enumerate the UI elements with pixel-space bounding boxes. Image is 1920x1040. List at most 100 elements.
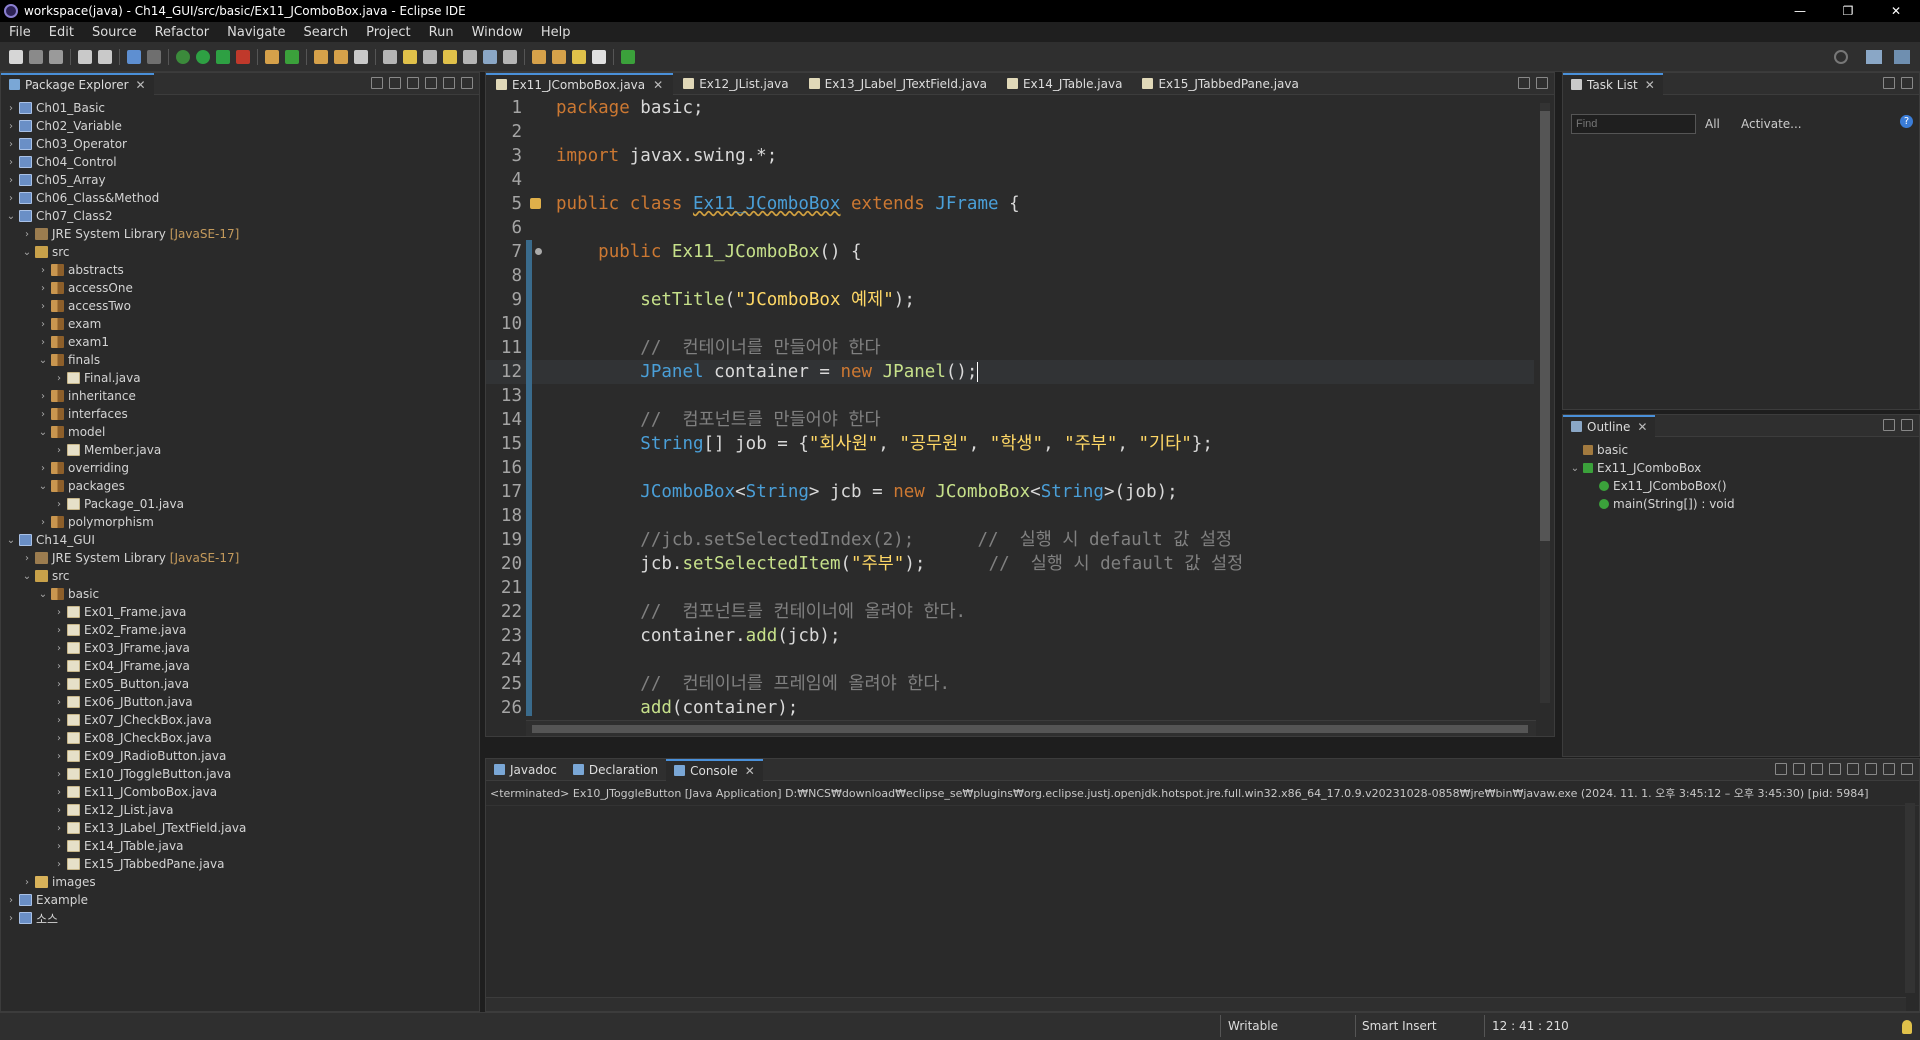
editor-horizontal-scrollbar[interactable] — [526, 720, 1536, 736]
java-perspective-icon[interactable] — [1894, 50, 1910, 64]
tree-item-ex04-jframe-java[interactable]: › Ex04_JFrame.java — [1, 657, 479, 675]
code-line[interactable]: 5 public class Ex11_JComboBox extends JFr… — [486, 192, 1534, 216]
forward-icon[interactable] — [592, 49, 606, 64]
menu-help[interactable]: Help — [532, 25, 580, 40]
terminal-icon[interactable] — [127, 49, 141, 64]
code-line[interactable]: 9 setTitle("JComboBox 예제"); — [486, 288, 1534, 312]
redo-icon[interactable] — [98, 49, 112, 64]
console-vertical-scrollbar[interactable] — [1905, 803, 1915, 993]
tree-item-ch07-class2[interactable]: ⌄ Ch07_Class2 — [1, 207, 479, 225]
gutter[interactable] — [526, 504, 546, 528]
menu-search[interactable]: Search — [294, 25, 357, 40]
tree-toggle-icon[interactable]: › — [53, 679, 65, 690]
tree-toggle-icon[interactable]: › — [5, 895, 17, 906]
tree-item-ex15-jtabbedpane-java[interactable]: › Ex15_JTabbedPane.java — [1, 855, 479, 873]
tree-item-ex02-frame-java[interactable]: › Ex02_Frame.java — [1, 621, 479, 639]
pilcrow-icon[interactable] — [483, 49, 497, 64]
tree-toggle-icon[interactable]: › — [53, 823, 65, 834]
task-activate-link[interactable]: Activate... — [1741, 117, 1802, 131]
tree-toggle-icon[interactable]: › — [21, 553, 33, 564]
gutter[interactable] — [526, 312, 546, 336]
gutter[interactable] — [526, 120, 546, 144]
view-menu-icon[interactable] — [425, 77, 437, 89]
minimize-view-icon[interactable] — [1883, 419, 1895, 431]
tree-item-소스[interactable]: › 소스 — [1, 909, 479, 927]
scroll-lock-icon[interactable] — [1829, 763, 1841, 775]
gutter[interactable] — [526, 144, 546, 168]
gutter[interactable] — [526, 216, 546, 240]
code-area[interactable]: 1 package basic; 2 3 import javax.swing.*; 4 5… — [486, 96, 1534, 716]
tree-toggle-icon[interactable]: › — [53, 607, 65, 618]
tree-toggle-icon[interactable]: › — [21, 877, 33, 888]
filter-icon[interactable] — [407, 77, 419, 89]
outline-item-basic[interactable]: basic — [1563, 441, 1919, 459]
warning-icon[interactable] — [530, 198, 541, 209]
tree-toggle-icon[interactable]: › — [5, 175, 17, 186]
console-horizontal-scrollbar[interactable] — [486, 997, 1906, 1011]
new-java-project-icon[interactable] — [265, 49, 279, 64]
tree-toggle-icon[interactable]: ⌄ — [37, 481, 49, 492]
gutter[interactable] — [526, 384, 546, 408]
remove-launch-icon[interactable] — [1811, 763, 1823, 775]
highlight-icon[interactable] — [403, 49, 417, 64]
gutter[interactable] — [526, 480, 546, 504]
close-icon[interactable]: ✕ — [745, 764, 755, 778]
tree-item-ex06-jbutton-java[interactable]: › Ex06_JButton.java — [1, 693, 479, 711]
code-line[interactable]: 12 JPanel container = new JPanel(); — [486, 360, 1534, 384]
pin-console-icon[interactable] — [1847, 763, 1859, 775]
code-line[interactable]: 24 — [486, 648, 1534, 672]
tree-toggle-icon[interactable]: › — [53, 643, 65, 654]
tree-item-images[interactable]: › images — [1, 873, 479, 891]
tree-toggle-icon[interactable]: ⌄ — [21, 247, 33, 258]
tree-toggle-icon[interactable]: › — [53, 841, 65, 852]
open-type-icon[interactable] — [314, 49, 328, 64]
tree-item-jre-system-library[interactable]: › JRE System Library [JavaSE-17] — [1, 549, 479, 567]
code-line[interactable]: 16 — [486, 456, 1534, 480]
gutter[interactable] — [526, 408, 546, 432]
display-console-icon[interactable] — [1865, 763, 1877, 775]
tree-item-polymorphism[interactable]: › polymorphism — [1, 513, 479, 531]
tree-toggle-icon[interactable]: › — [53, 733, 65, 744]
task-find-input[interactable] — [1571, 114, 1696, 134]
tree-toggle-icon[interactable]: › — [5, 121, 17, 132]
tree-item-ex10-jtogglebutton-java[interactable]: › Ex10_JToggleButton.java — [1, 765, 479, 783]
code-line[interactable]: 13 — [486, 384, 1534, 408]
word-wrap-icon[interactable] — [443, 49, 457, 64]
tip-lightbulb-icon[interactable] — [1902, 1020, 1912, 1034]
menu-file[interactable]: File — [0, 25, 40, 40]
tree-toggle-icon[interactable]: › — [37, 517, 49, 528]
code-line[interactable]: 15 String[] job = {"회사원", "공무원", "학생", "… — [486, 432, 1534, 456]
help-icon[interactable]: ? — [1900, 115, 1913, 128]
code-line[interactable]: 21 — [486, 576, 1534, 600]
close-icon[interactable]: ✕ — [1637, 420, 1647, 434]
tree-item-accessone[interactable]: › accessOne — [1, 279, 479, 297]
code-line[interactable]: 1 package basic; — [486, 96, 1534, 120]
tree-toggle-icon[interactable]: › — [37, 337, 49, 348]
tree-item-overriding[interactable]: › overriding — [1, 459, 479, 477]
tree-item-ch02-variable[interactable]: › Ch02_Variable — [1, 117, 479, 135]
code-line[interactable]: 26 add(container); — [486, 696, 1534, 716]
new-class-icon[interactable] — [285, 49, 299, 64]
tree-toggle-icon[interactable]: › — [37, 409, 49, 420]
code-line[interactable]: 6 — [486, 216, 1534, 240]
code-line[interactable]: 2 — [486, 120, 1534, 144]
tree-toggle-icon[interactable]: › — [37, 319, 49, 330]
menu-source[interactable]: Source — [83, 25, 146, 40]
show-whitespace-icon[interactable] — [463, 49, 477, 64]
gutter[interactable] — [526, 264, 546, 288]
close-icon[interactable]: ✕ — [1645, 78, 1655, 92]
debug-icon[interactable] — [176, 49, 190, 64]
editor-tab-ex15-jtabbedpane-java[interactable]: Ex15_JTabbedPane.java — [1132, 73, 1308, 95]
run-icon[interactable] — [196, 49, 210, 64]
gutter[interactable] — [526, 696, 546, 716]
tree-toggle-icon[interactable]: › — [5, 103, 17, 114]
tree-item-ch03-operator[interactable]: › Ch03_Operator — [1, 135, 479, 153]
gutter[interactable] — [526, 648, 546, 672]
tree-item-basic[interactable]: ⌄ basic — [1, 585, 479, 603]
tree-toggle-icon[interactable]: › — [53, 697, 65, 708]
tree-toggle-icon[interactable]: ⌄ — [1569, 463, 1581, 474]
gutter[interactable] — [526, 528, 546, 552]
save-icon[interactable] — [29, 49, 43, 64]
tree-item-package-01-java[interactable]: › Package_01.java — [1, 495, 479, 513]
editor-tab-ex14-jtable-java[interactable]: Ex14_JTable.java — [997, 73, 1132, 95]
